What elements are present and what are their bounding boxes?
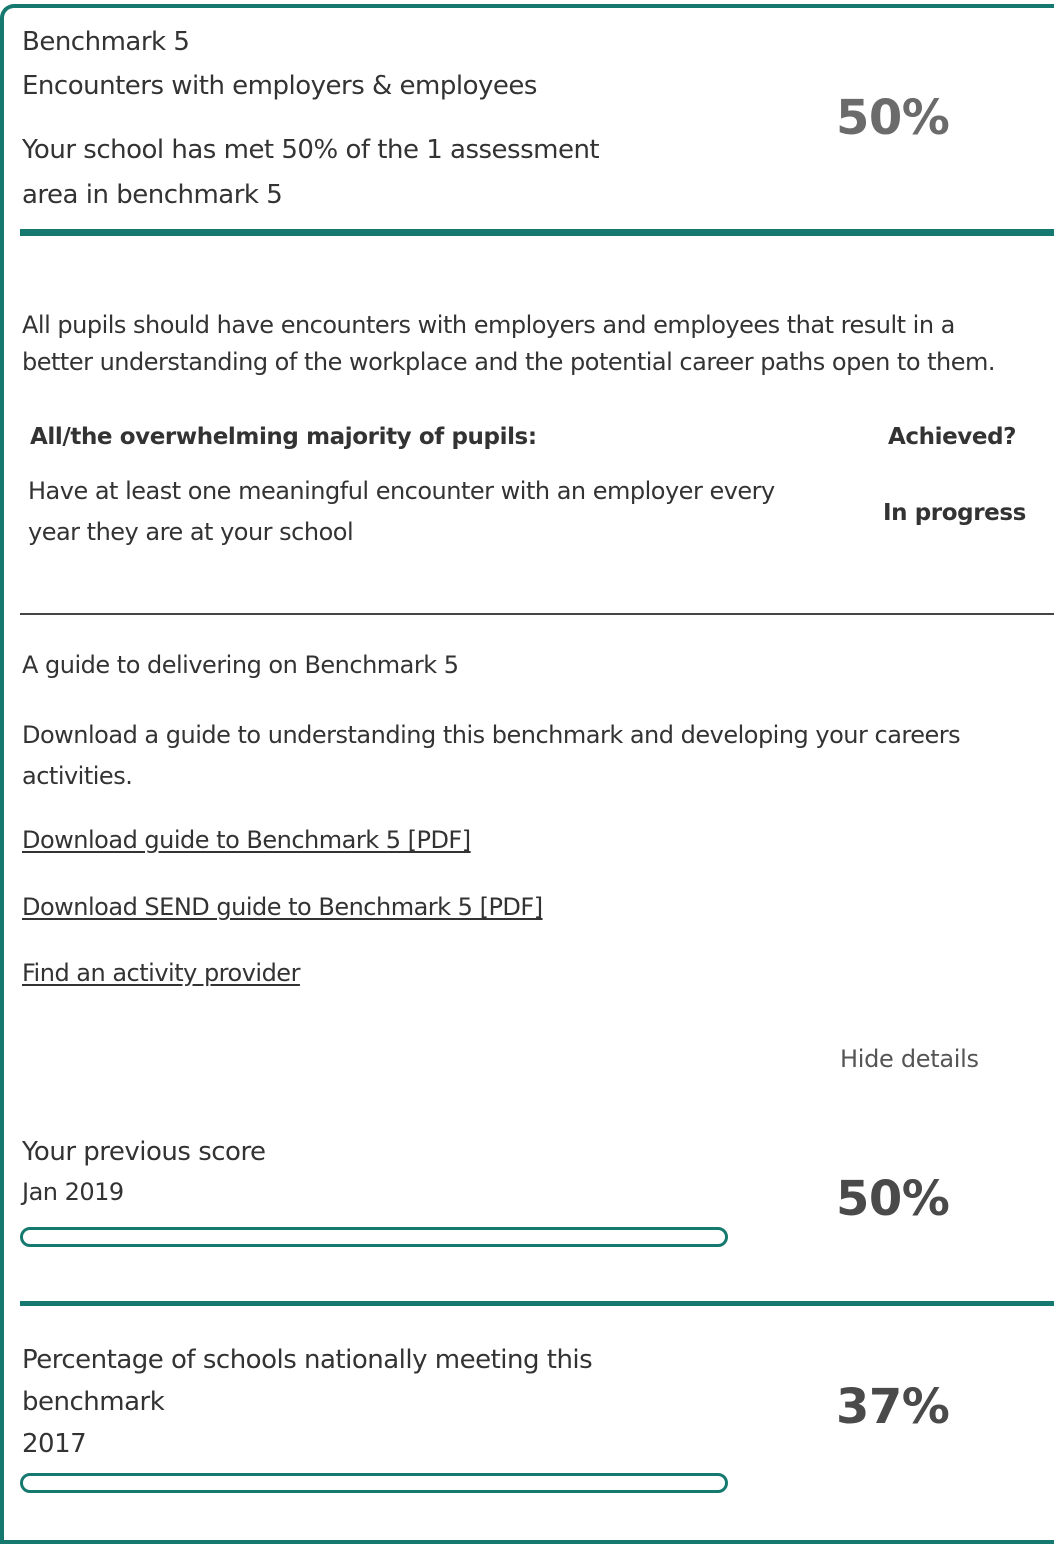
- guide-text-line-2: activities.: [22, 762, 133, 790]
- guide-text-line-1: Download a guide to understanding this b…: [22, 721, 961, 749]
- summary-line-2: area in benchmark 5: [22, 180, 283, 210]
- criterion-row-line-1: Have at least one meaningful encounter w…: [28, 477, 775, 505]
- header-divider: [20, 229, 1054, 236]
- national-progress-fill: [23, 1476, 283, 1490]
- criterion-row-line-2: year they are at your school: [28, 518, 354, 546]
- national-label-line-1: Percentage of schools nationally meeting…: [22, 1345, 593, 1375]
- download-send-guide-link[interactable]: Download SEND guide to Benchmark 5 [PDF]: [22, 893, 543, 921]
- hide-details-button[interactable]: Hide details: [840, 1045, 979, 1073]
- table-divider: [20, 613, 1054, 615]
- previous-score-value: 50%: [836, 1171, 950, 1227]
- previous-score-label: Your previous score: [22, 1137, 266, 1167]
- download-guide-link[interactable]: Download guide to Benchmark 5 [PDF]: [22, 826, 471, 854]
- find-provider-link[interactable]: Find an activity provider: [22, 959, 300, 987]
- previous-score-divider: [20, 1301, 1054, 1306]
- benchmark-subtitle: Encounters with employers & employees: [22, 71, 537, 101]
- benchmark-score: 50%: [836, 90, 950, 146]
- previous-score-progress-bar: [20, 1227, 728, 1247]
- previous-score-date: Jan 2019: [22, 1178, 124, 1206]
- guide-heading: A guide to delivering on Benchmark 5: [22, 651, 459, 679]
- national-label-line-2: benchmark: [22, 1387, 165, 1417]
- national-year: 2017: [22, 1429, 87, 1459]
- achieved-column-header: Achieved?: [888, 424, 1017, 450]
- summary-line-1: Your school has met 50% of the 1 assessm…: [22, 135, 600, 165]
- previous-score-progress-fill: [23, 1230, 374, 1244]
- criterion-column-header: All/the overwhelming majority of pupils:: [30, 424, 537, 450]
- benchmark-title: Benchmark 5: [22, 27, 190, 57]
- status-badge: In progress: [883, 500, 1026, 526]
- national-progress-bar: [20, 1473, 728, 1493]
- national-score-value: 37%: [836, 1379, 950, 1435]
- description-line-1: All pupils should have encounters with e…: [22, 311, 955, 339]
- description-line-2: better understanding of the workplace an…: [22, 348, 996, 376]
